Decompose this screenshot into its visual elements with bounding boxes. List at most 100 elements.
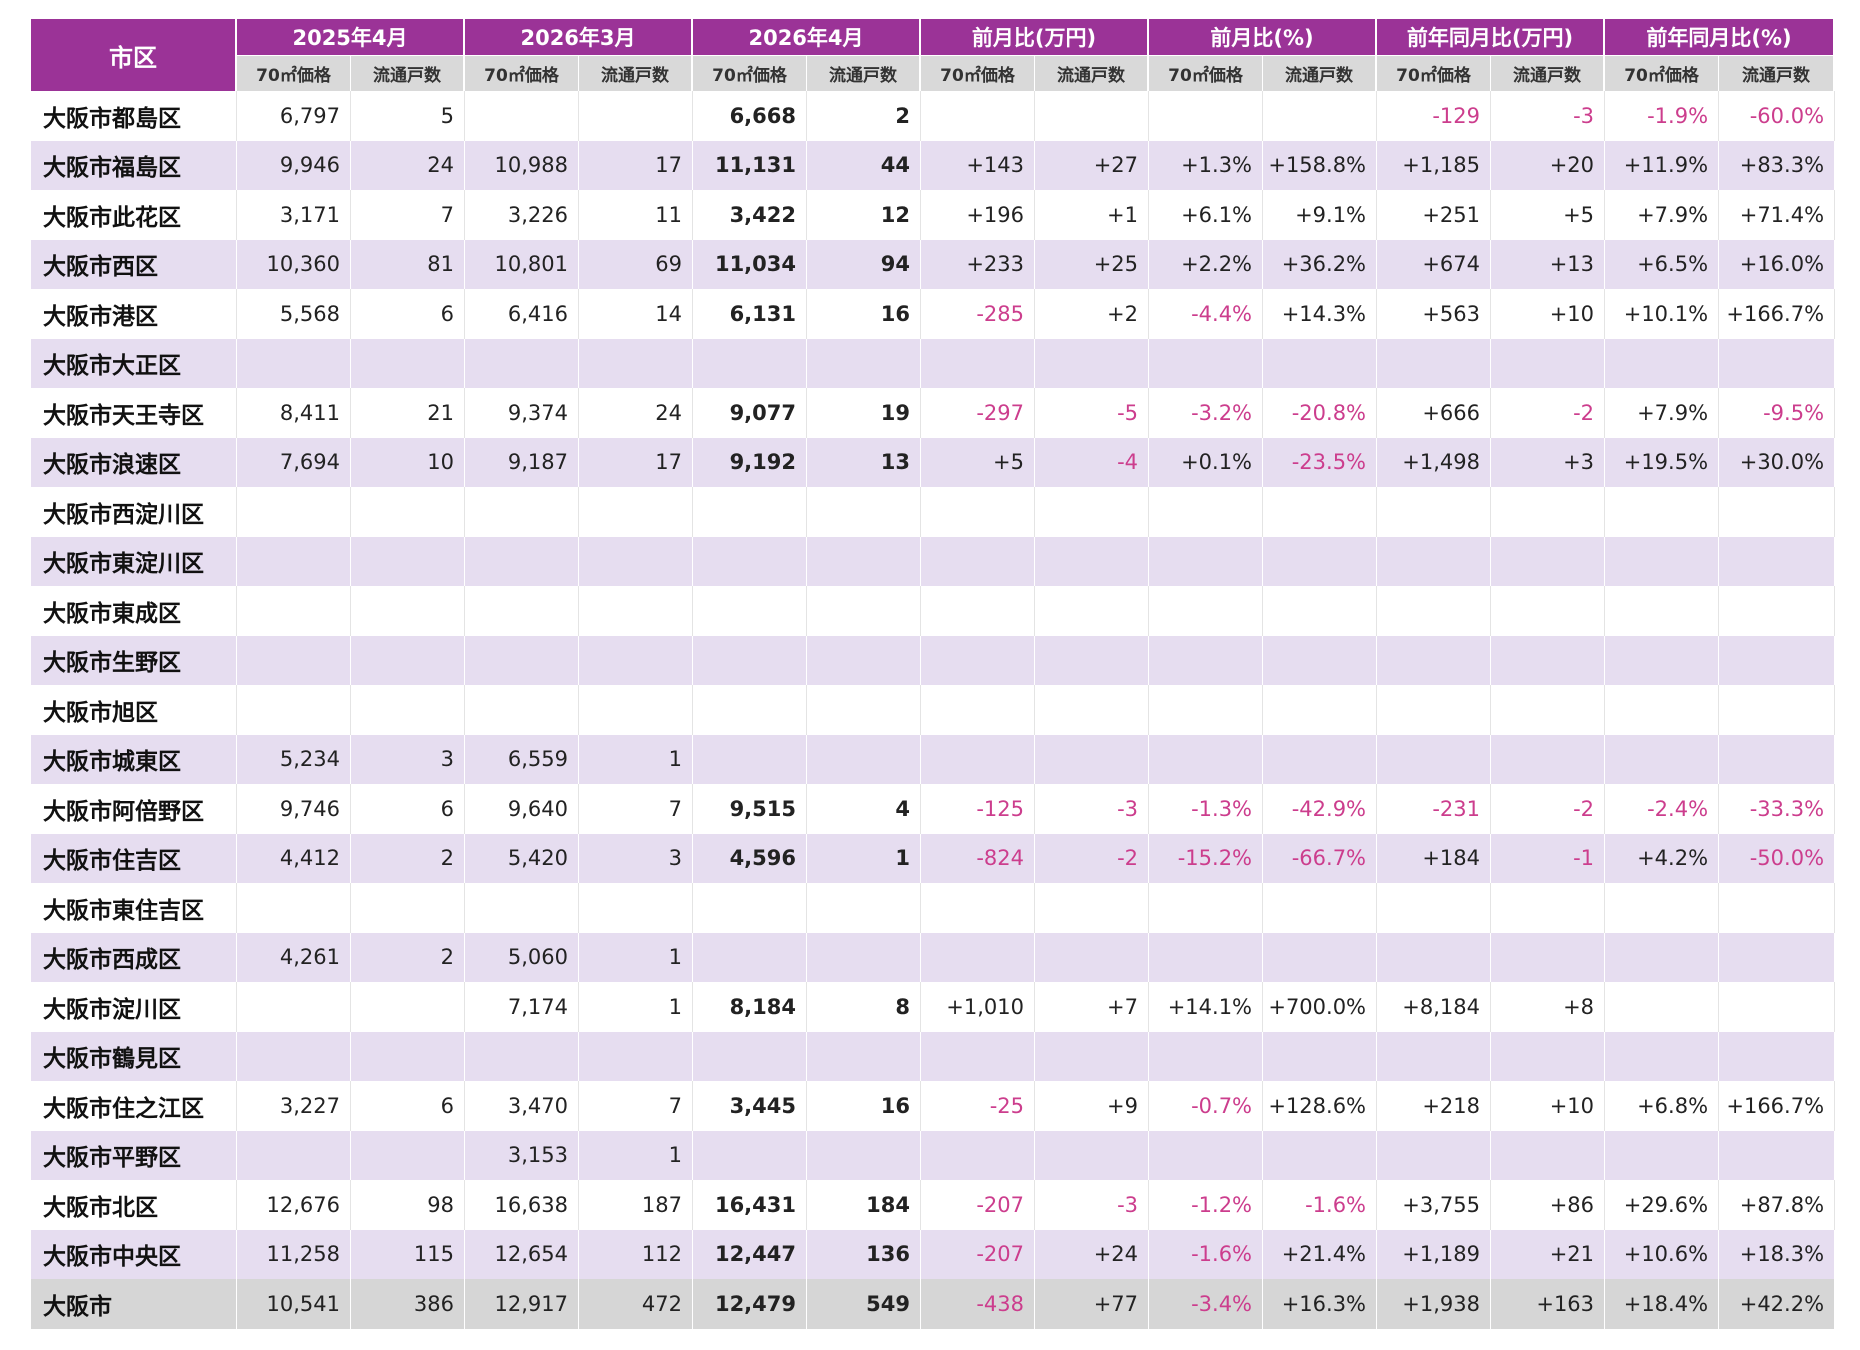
table-cell: 2	[351, 833, 465, 883]
table-cell	[1035, 635, 1150, 685]
table-cell: 112	[579, 1229, 693, 1279]
table-cell	[1263, 685, 1378, 735]
table-cell: 9,640	[465, 784, 579, 834]
subheader-listing-count: 流通戸数	[1035, 56, 1150, 91]
table-cell	[1263, 338, 1378, 388]
district-name: 大阪市	[31, 1279, 237, 1329]
table-cell	[921, 734, 1035, 784]
table-cell: -60.0%	[1719, 91, 1836, 141]
table-cell: 8,411	[237, 388, 351, 438]
table-cell	[1149, 1130, 1264, 1180]
table-cell	[1377, 487, 1492, 537]
table-cell	[1149, 586, 1264, 636]
table-cell: +5	[921, 437, 1035, 487]
district-name: 大阪市北区	[31, 1180, 237, 1230]
table-cell: 10,360	[237, 239, 351, 289]
table-cell: 4,412	[237, 833, 351, 883]
table-cell: +87.8%	[1719, 1180, 1836, 1230]
table-cell	[1719, 338, 1836, 388]
subheader-listing-count: 流通戸数	[807, 56, 921, 91]
table-cell	[351, 883, 465, 933]
table-cell	[465, 883, 579, 933]
table-cell	[693, 586, 807, 636]
table-cell: -2	[1491, 388, 1606, 438]
table-cell	[579, 487, 693, 537]
table-cell: +166.7%	[1719, 1081, 1836, 1131]
table-cell: 3	[579, 833, 693, 883]
district-name: 大阪市東淀川区	[31, 536, 237, 586]
table-cell: +158.8%	[1263, 140, 1378, 190]
table-cell: 6,668	[693, 91, 807, 141]
district-name: 大阪市浪速区	[31, 437, 237, 487]
table-cell: -207	[921, 1180, 1035, 1230]
table-cell: 2	[807, 91, 921, 141]
table-cell	[1035, 338, 1150, 388]
table-cell: 81	[351, 239, 465, 289]
table-cell: 6,559	[465, 734, 579, 784]
table-cell: 10,801	[465, 239, 579, 289]
table-cell	[921, 91, 1035, 141]
table-cell: +11.9%	[1605, 140, 1720, 190]
table-cell: -4.4%	[1149, 289, 1264, 339]
table-cell: 5,420	[465, 833, 579, 883]
table-cell: 11,131	[693, 140, 807, 190]
table-cell	[1035, 536, 1150, 586]
district-name: 大阪市東成区	[31, 586, 237, 636]
table-cell: +14.3%	[1263, 289, 1378, 339]
table-cell	[807, 536, 921, 586]
table-cell: -42.9%	[1263, 784, 1378, 834]
table-row: 大阪市淀川区 7,174 1 8,184 8 +1,010 +7 +14.1% +700.0% +…	[31, 982, 1836, 1032]
table-cell: 16	[807, 289, 921, 339]
table-cell: 6	[351, 1081, 465, 1131]
table-cell: 44	[807, 140, 921, 190]
district-name: 大阪市鶴見区	[31, 1031, 237, 1081]
district-name: 大阪市平野区	[31, 1130, 237, 1180]
table-cell: 12	[807, 190, 921, 240]
table-cell	[921, 1031, 1035, 1081]
table-cell: 10,988	[465, 140, 579, 190]
table-cell	[921, 685, 1035, 735]
table-cell	[1035, 487, 1150, 537]
table-cell: 16,431	[693, 1180, 807, 1230]
group-header-apr-2026: 2026年4月	[693, 19, 921, 56]
table-cell: -66.7%	[1263, 833, 1378, 883]
table-cell	[1149, 536, 1264, 586]
table-cell: +21.4%	[1263, 1229, 1378, 1279]
table-cell: +196	[921, 190, 1035, 240]
table-cell: +19.5%	[1605, 437, 1720, 487]
table-cell	[1263, 883, 1378, 933]
table-cell: +18.4%	[1605, 1279, 1720, 1329]
table-cell	[1719, 734, 1836, 784]
table-cell: 4	[807, 784, 921, 834]
table-cell: +1,938	[1377, 1279, 1492, 1329]
table-cell: +9.1%	[1263, 190, 1378, 240]
table-cell	[351, 1031, 465, 1081]
table-cell	[1491, 338, 1606, 388]
table-cell: +1	[1035, 190, 1150, 240]
table-cell: 3,422	[693, 190, 807, 240]
table-cell: -231	[1377, 784, 1492, 834]
table-cell: -1.3%	[1149, 784, 1264, 834]
table-cell: 1	[807, 833, 921, 883]
table-cell	[921, 338, 1035, 388]
table-cell	[693, 932, 807, 982]
table-cell	[693, 685, 807, 735]
district-name: 大阪市阿倍野区	[31, 784, 237, 834]
table-cell	[1149, 487, 1264, 537]
table-cell	[807, 586, 921, 636]
table-cell: 17	[579, 140, 693, 190]
table-row: 大阪市旭区	[31, 685, 1836, 735]
table-cell: +7	[1035, 982, 1150, 1032]
subheader-listing-count: 流通戸数	[579, 56, 693, 91]
table-cell	[1263, 932, 1378, 982]
table-cell	[1035, 685, 1150, 735]
table-row: 大阪市東淀川区	[31, 536, 1836, 586]
table-row: 大阪市福島区 9,946 24 10,988 17 11,131 44 +143 +27 +1.3…	[31, 140, 1836, 190]
table-cell	[1605, 1130, 1720, 1180]
table-cell: -438	[921, 1279, 1035, 1329]
table-cell	[579, 635, 693, 685]
table-cell	[1605, 883, 1720, 933]
table-cell: +29.6%	[1605, 1180, 1720, 1230]
table-cell	[237, 1130, 351, 1180]
table-cell	[807, 734, 921, 784]
